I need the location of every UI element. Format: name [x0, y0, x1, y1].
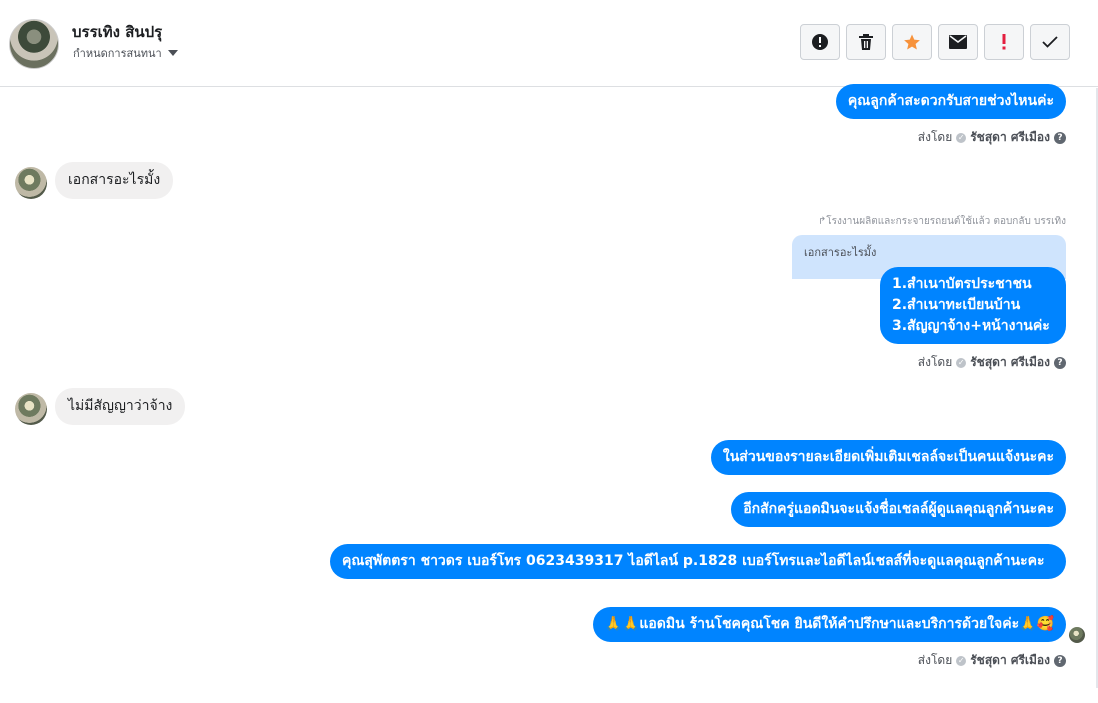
- conversation-header: บรรเทิง สินปรุ กำหนดการสนทนา: [0, 0, 1098, 87]
- message-incoming[interactable]: ไม่มีสัญญาว่าจ้าง: [55, 388, 186, 425]
- message-line: 1.สำเนาบัตรประชาชน: [892, 276, 1032, 292]
- trash-icon: [859, 34, 873, 50]
- sent-by-agent[interactable]: รัชสุดา ศรีเมือง: [970, 651, 1050, 670]
- caret-down-icon: [167, 50, 178, 56]
- check-circle-icon: ✓: [956, 655, 967, 666]
- message-incoming[interactable]: เอกสารอะไรมั้ง: [55, 162, 174, 199]
- alert-circle-icon: [812, 34, 828, 50]
- done-button[interactable]: [1030, 24, 1070, 60]
- star-icon: [904, 34, 920, 50]
- message-line: 3.สัญญาจ้าง+หน้างานค่ะ: [892, 318, 1050, 334]
- message-outgoing[interactable]: 🙏🙏แอดมิน ร้านโชคคุณโชค ยินดีให้คำปรึกษาแ…: [592, 607, 1066, 642]
- report-button[interactable]: [800, 24, 840, 60]
- sent-by-line: ส่งโดย ✓ รัชสุดา ศรีเมือง ?: [918, 128, 1066, 147]
- reply-note: ↱โรงงานผลิตและกระจายรถยนต์ใช้แล้ว ตอบกลั…: [817, 216, 1066, 227]
- contact-avatar[interactable]: [9, 19, 59, 69]
- sent-by-line: ส่งโดย ✓ รัชสุดา ศรีเมือง ?: [918, 651, 1066, 670]
- check-circle-icon: ✓: [956, 357, 967, 368]
- sent-by-agent[interactable]: รัชสุดา ศรีเมือง: [970, 128, 1050, 147]
- sent-by-prefix: ส่งโดย: [917, 355, 953, 369]
- message-outgoing[interactable]: คุณลูกค้าสะดวกรับสายช่วงไหนค่ะ: [835, 84, 1066, 119]
- star-button[interactable]: [892, 24, 932, 60]
- contact-avatar-small[interactable]: [15, 393, 47, 425]
- message-line: 2.สำเนาทะเบียนบ้าน: [892, 297, 1021, 313]
- help-icon[interactable]: ?: [1054, 654, 1066, 667]
- delete-button[interactable]: [846, 24, 886, 60]
- envelope-icon: [949, 35, 967, 49]
- sent-by-line: ส่งโดย ✓ รัชสุดา ศรีเมือง ?: [918, 353, 1066, 372]
- message-thread: คุณลูกค้าสะดวกรับสายช่วงไหนค่ะ ส่งโดย ✓ …: [0, 84, 1098, 703]
- contact-avatar-small[interactable]: [15, 167, 47, 199]
- check-icon: [1042, 36, 1058, 48]
- assign-conversation-label: กำหนดการสนทนา: [73, 47, 162, 60]
- sent-by-agent[interactable]: รัชสุดา ศรีเมือง: [970, 353, 1050, 372]
- help-icon[interactable]: ?: [1054, 356, 1066, 369]
- important-button[interactable]: [984, 24, 1024, 60]
- help-icon[interactable]: ?: [1054, 131, 1066, 144]
- message-outgoing-reply[interactable]: 1.สำเนาบัตรประชาชน 2.สำเนาทะเบียนบ้าน 3.…: [880, 267, 1066, 344]
- message-outgoing[interactable]: คุณสุพัตตรา ชาวดร เบอร์โทร 0623439317 ไอ…: [330, 544, 1066, 579]
- sent-by-prefix: ส่งโดย: [917, 653, 953, 667]
- contact-name[interactable]: บรรเทิง สินปรุ: [72, 20, 162, 44]
- mark-unread-button[interactable]: [938, 24, 978, 60]
- seen-avatar: [1069, 627, 1085, 643]
- exclamation-icon: [1002, 34, 1006, 50]
- conversation-toolbar: [800, 24, 1070, 60]
- sent-by-prefix: ส่งโดย: [917, 130, 953, 144]
- message-outgoing[interactable]: อีกสักครู่แอดมินจะแจ้งชื่อเชลล์ผู้ดูแลคุ…: [731, 492, 1066, 527]
- check-circle-icon: ✓: [956, 132, 967, 143]
- message-outgoing[interactable]: ในส่วนของรายละเอียดเพิ่มเติมเชลล์จะเป็นค…: [710, 440, 1066, 475]
- assign-conversation-dropdown[interactable]: กำหนดการสนทนา: [73, 44, 178, 62]
